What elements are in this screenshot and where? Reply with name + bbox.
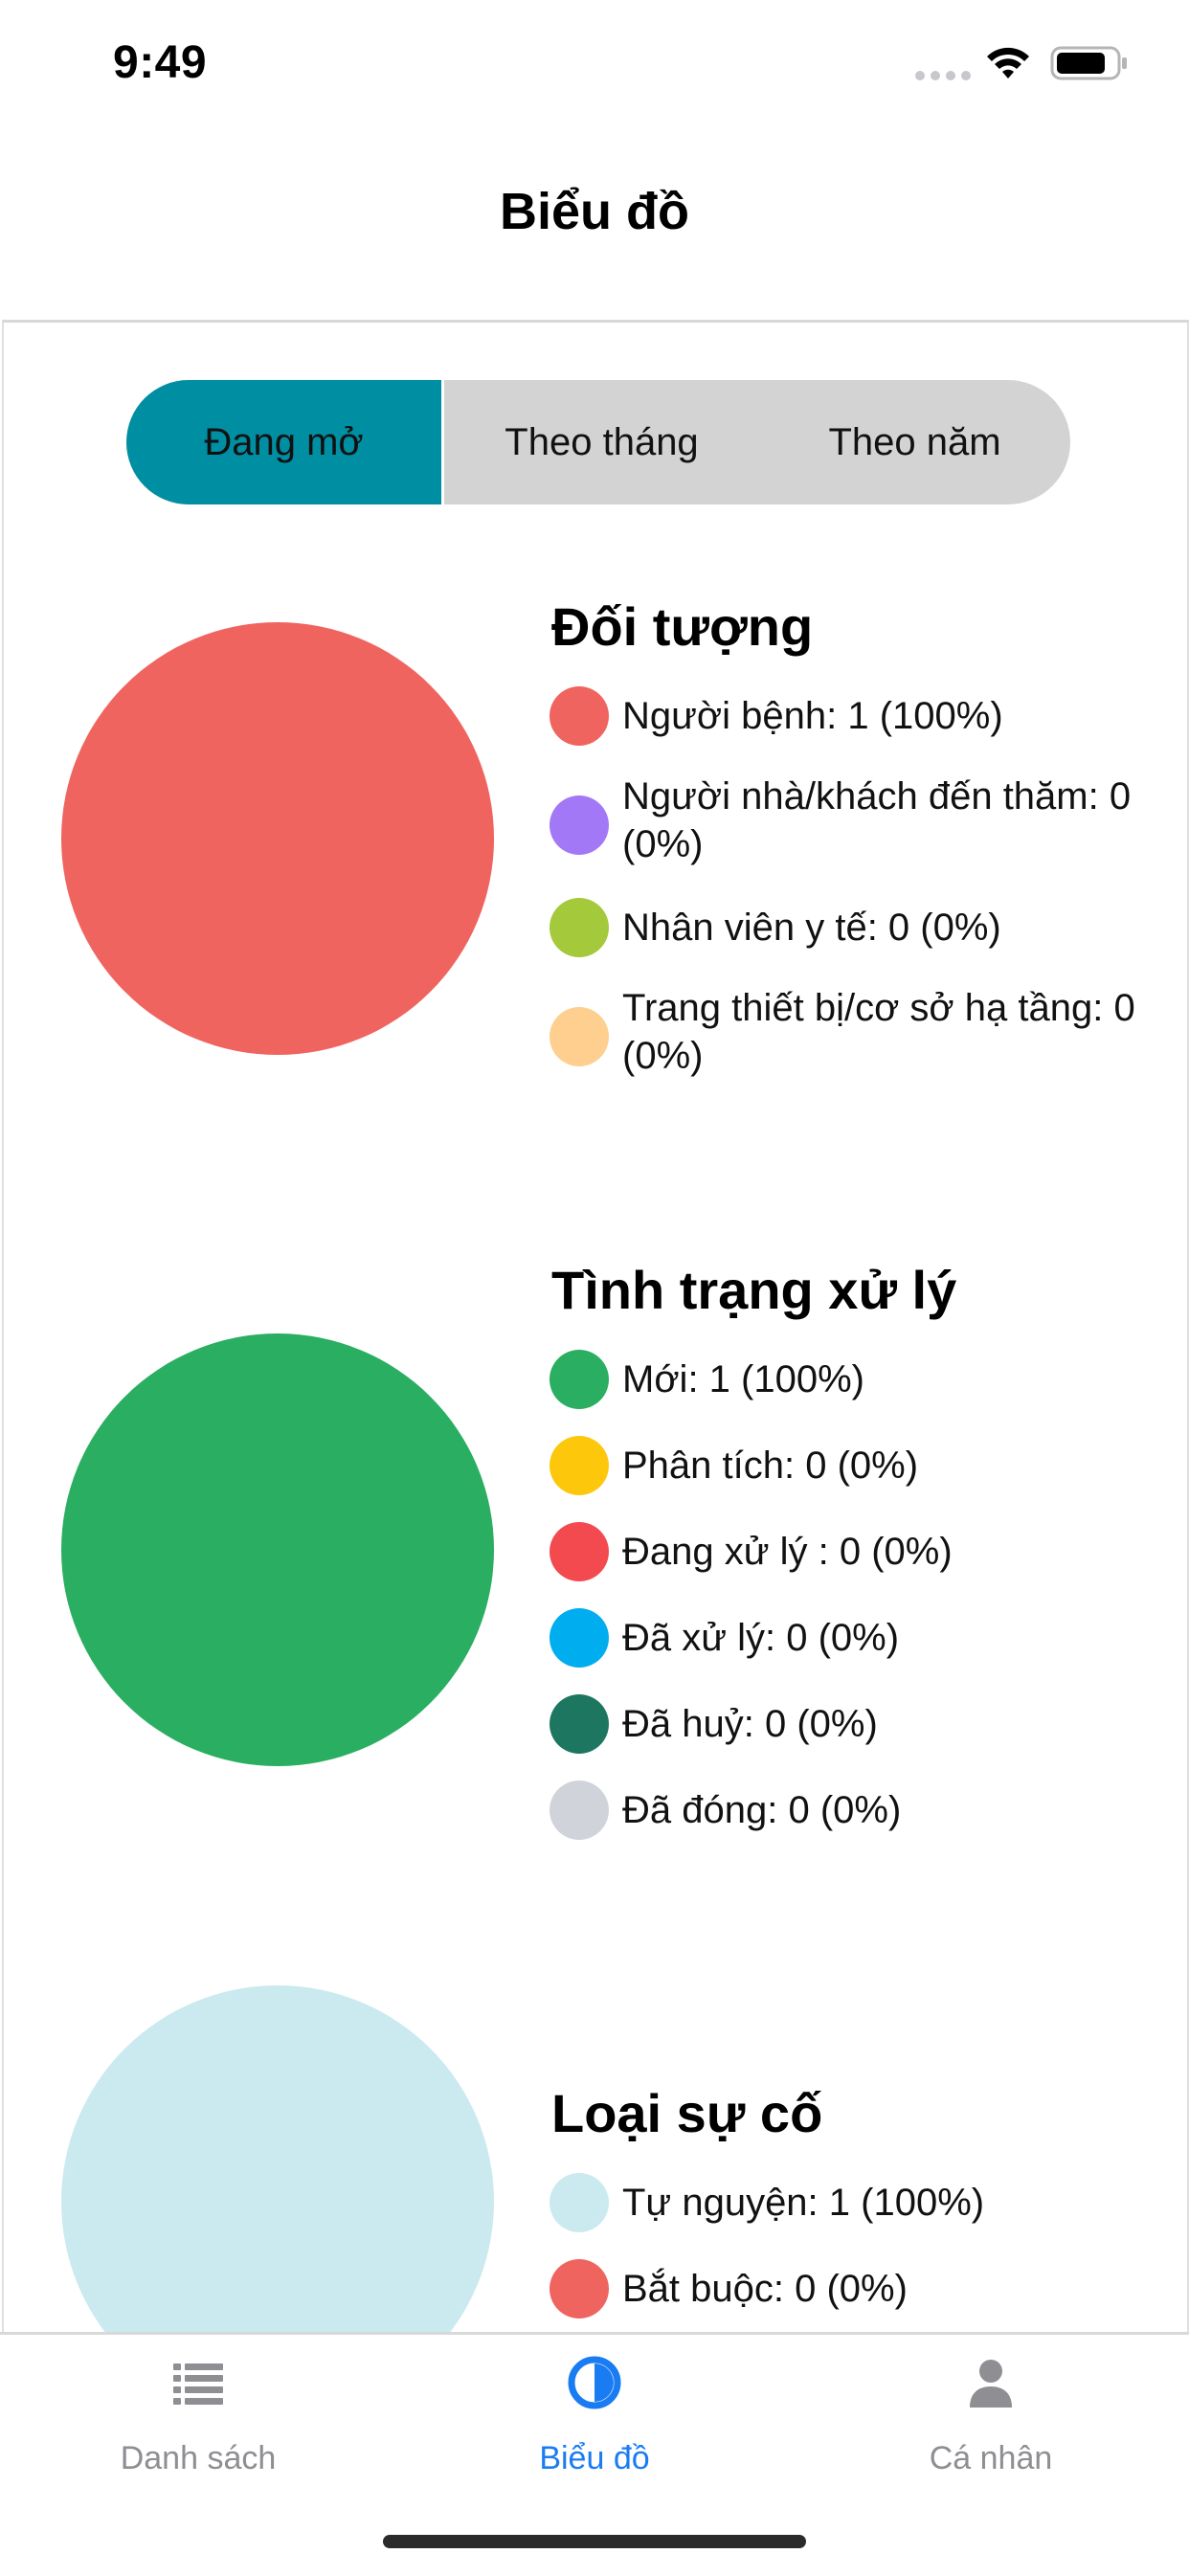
segment-yearly[interactable]: Theo năm [759,380,1070,504]
status-time: 9:49 [113,37,208,88]
legend-label: Trang thiết bị/cơ sở hạ tầng: 0 (0%) [622,987,1135,1077]
legend-label: Người nhà/khách đến thăm: 0 (0%) [622,775,1132,865]
status-bar: 9:49 [0,0,1189,129]
legend-item: Đã xử lý: 0 (0%) [550,1608,1162,1668]
charts-content[interactable]: Đang mở Theo tháng Theo năm Đối tượng Ng… [2,320,1189,2335]
legend-color-dot [550,1694,609,1754]
person-icon [970,2360,1012,2408]
legend-item: Tự nguyện: 1 (100%) [550,2173,1162,2232]
legend-item: Bắt buộc: 0 (0%) [550,2259,1162,2318]
pie-slice-m-i[interactable] [61,1333,494,1766]
battery-icon [1050,46,1127,80]
legend-color-dot [550,2173,609,2232]
legend-color-dot [550,686,609,746]
legend-color-dot [550,795,609,855]
legend-label: Tự nguyện: 1 (100%) [622,2182,985,2224]
tab-label: Danh sách [120,2440,277,2476]
legend-label: Đã huỷ: 0 (0%) [622,1703,878,1745]
section-title: Đối tượng [551,596,814,657]
legend-color-dot [550,1436,609,1495]
legend-color-dot [550,1781,609,1840]
pie-chart-incident-type [61,1985,494,2335]
list-icon [173,2363,223,2405]
legend-label: Đã xử lý: 0 (0%) [622,1617,900,1659]
legend-item: Phân tích: 0 (0%) [550,1436,1162,1495]
legend-label: Người bệnh: 1 (100%) [622,695,1003,737]
legend-label: Đã đóng: 0 (0%) [622,1789,902,1831]
tab-label: Biểu đồ [539,2440,650,2476]
segment-open[interactable]: Đang mở [126,380,444,504]
pie-chart-status [61,1333,494,1766]
legend-item: Đã đóng: 0 (0%) [550,1781,1162,1840]
tab-list[interactable]: Danh sách [55,2354,342,2477]
tab-chart[interactable]: Biểu đồ [451,2354,738,2477]
cellular-signal-icon [915,71,971,80]
page-title: Biểu đồ [500,183,689,240]
legend-label: Mới: 1 (100%) [622,1358,864,1400]
legend-color-dot [550,1350,609,1409]
section-title: Tình trạng xử lý [551,1260,957,1320]
section-title: Loại sự cố [551,2083,823,2143]
tab-label: Cá nhân [929,2440,1053,2476]
pie-slice-ng-i-b-nh[interactable] [61,622,494,1055]
pie-slice-t-nguy-n[interactable] [61,1985,494,2335]
legend-color-dot [550,898,609,957]
tab-profile[interactable]: Cá nhân [847,2354,1134,2477]
home-indicator [383,2535,806,2548]
legend-item: Người nhà/khách đến thăm: 0 (0%) [550,773,1162,868]
segment-monthly[interactable]: Theo tháng [444,380,759,504]
legend-item: Đang xử lý : 0 (0%) [550,1522,1162,1581]
legend-label: Nhân viên y tế: 0 (0%) [622,907,1001,949]
pie-chart-subject [61,622,494,1055]
legend-label: Phân tích: 0 (0%) [622,1445,919,1487]
legend-item: Nhân viên y tế: 0 (0%) [550,898,1162,957]
legend-color-dot [550,1608,609,1668]
legend-label: Đang xử lý : 0 (0%) [622,1531,953,1573]
legend-item: Trang thiết bị/cơ sở hạ tầng: 0 (0%) [550,984,1162,1080]
legend-item: Mới: 1 (100%) [550,1350,1162,1409]
legend-color-dot [550,1522,609,1581]
legend-item: Người bệnh: 1 (100%) [550,686,1162,746]
chart-icon [568,2356,621,2409]
legend-item: Đã huỷ: 0 (0%) [550,1694,1162,1754]
legend-color-dot [550,2259,609,2318]
legend-color-dot [550,1007,609,1066]
legend-label: Bắt buộc: 0 (0%) [622,2268,908,2310]
period-segmented-control[interactable]: Đang mở Theo tháng Theo năm [126,380,1070,504]
wifi-icon [987,47,1029,78]
